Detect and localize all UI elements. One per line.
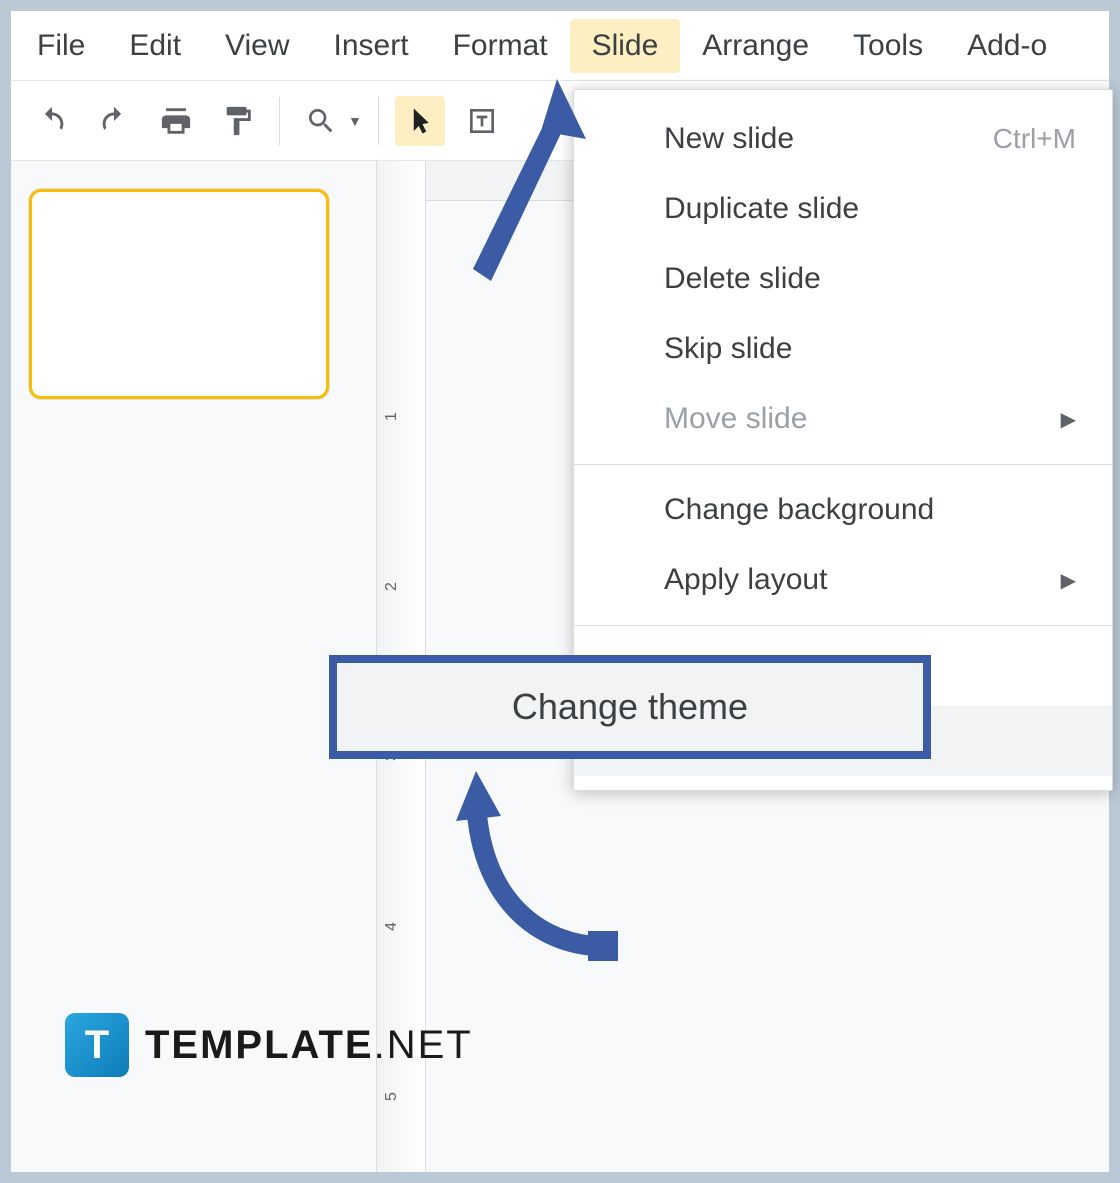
submenu-arrow-icon: ▶ [1061, 568, 1076, 593]
menu-insert[interactable]: Insert [312, 19, 431, 73]
menu-item-label: Delete slide [664, 262, 821, 296]
paint-roller-icon [221, 104, 255, 138]
callout-label: Change theme [512, 686, 748, 728]
redo-icon [97, 104, 131, 138]
menu-separator [574, 625, 1112, 626]
menu-move-slide: Move slide ▶ [574, 384, 1112, 454]
zoom-icon [305, 105, 337, 137]
menu-separator [574, 464, 1112, 465]
menu-view[interactable]: View [203, 19, 311, 73]
menu-item-shortcut: Ctrl+M [993, 123, 1076, 155]
slide-thumbnail[interactable] [29, 189, 329, 399]
watermark-text: TEMPLATE.NET [145, 1023, 473, 1068]
menu-new-slide[interactable]: New slide Ctrl+M [574, 104, 1112, 174]
menu-edit[interactable]: Edit [107, 19, 203, 73]
zoom-dropdown-caret[interactable]: ▼ [348, 113, 362, 129]
menu-duplicate-slide[interactable]: Duplicate slide [574, 174, 1112, 244]
print-button[interactable] [151, 96, 201, 146]
menu-apply-layout[interactable]: Apply layout ▶ [574, 545, 1112, 615]
menu-item-label: Apply layout [664, 563, 827, 597]
ruler-label: 2 [383, 582, 401, 591]
ruler-label: 5 [383, 1092, 401, 1101]
undo-button[interactable] [27, 96, 77, 146]
menubar: File Edit View Insert Format Slide Arran… [11, 11, 1109, 81]
submenu-arrow-icon: ▶ [1061, 407, 1076, 432]
menu-item-label: New slide [664, 122, 794, 156]
menu-format[interactable]: Format [431, 19, 570, 73]
menu-item-label: Change background [664, 493, 934, 527]
menu-item-label: Skip slide [664, 332, 792, 366]
zoom-button[interactable] [296, 96, 346, 146]
watermark-light: .NET [374, 1023, 473, 1067]
watermark: T TEMPLATE.NET [65, 1013, 473, 1077]
paint-format-button[interactable] [213, 96, 263, 146]
menu-slide[interactable]: Slide [570, 19, 681, 73]
watermark-bold: TEMPLATE [145, 1023, 374, 1067]
menu-tools[interactable]: Tools [831, 19, 945, 73]
menu-item-label: Move slide [664, 402, 807, 436]
ruler-label: 1 [383, 412, 401, 421]
menu-delete-slide[interactable]: Delete slide [574, 244, 1112, 314]
textbox-icon [466, 105, 498, 137]
menu-file[interactable]: File [15, 19, 107, 73]
undo-icon [35, 104, 69, 138]
menu-addons[interactable]: Add-o [945, 19, 1069, 73]
app-frame: File Edit View Insert Format Slide Arran… [10, 10, 1110, 1173]
menu-item-label: Duplicate slide [664, 192, 859, 226]
cursor-icon [405, 106, 435, 136]
menu-skip-slide[interactable]: Skip slide [574, 314, 1112, 384]
toolbar-separator [279, 97, 280, 145]
watermark-badge-icon: T [65, 1013, 129, 1077]
select-tool-button[interactable] [395, 96, 445, 146]
menu-change-background[interactable]: Change background [574, 475, 1112, 545]
ruler-label: 4 [383, 922, 401, 931]
redo-button[interactable] [89, 96, 139, 146]
menu-arrange[interactable]: Arrange [680, 19, 831, 73]
print-icon [159, 104, 193, 138]
annotation-callout-box: Change theme [329, 655, 931, 759]
toolbar-separator [378, 97, 379, 145]
textbox-tool-button[interactable] [457, 96, 507, 146]
